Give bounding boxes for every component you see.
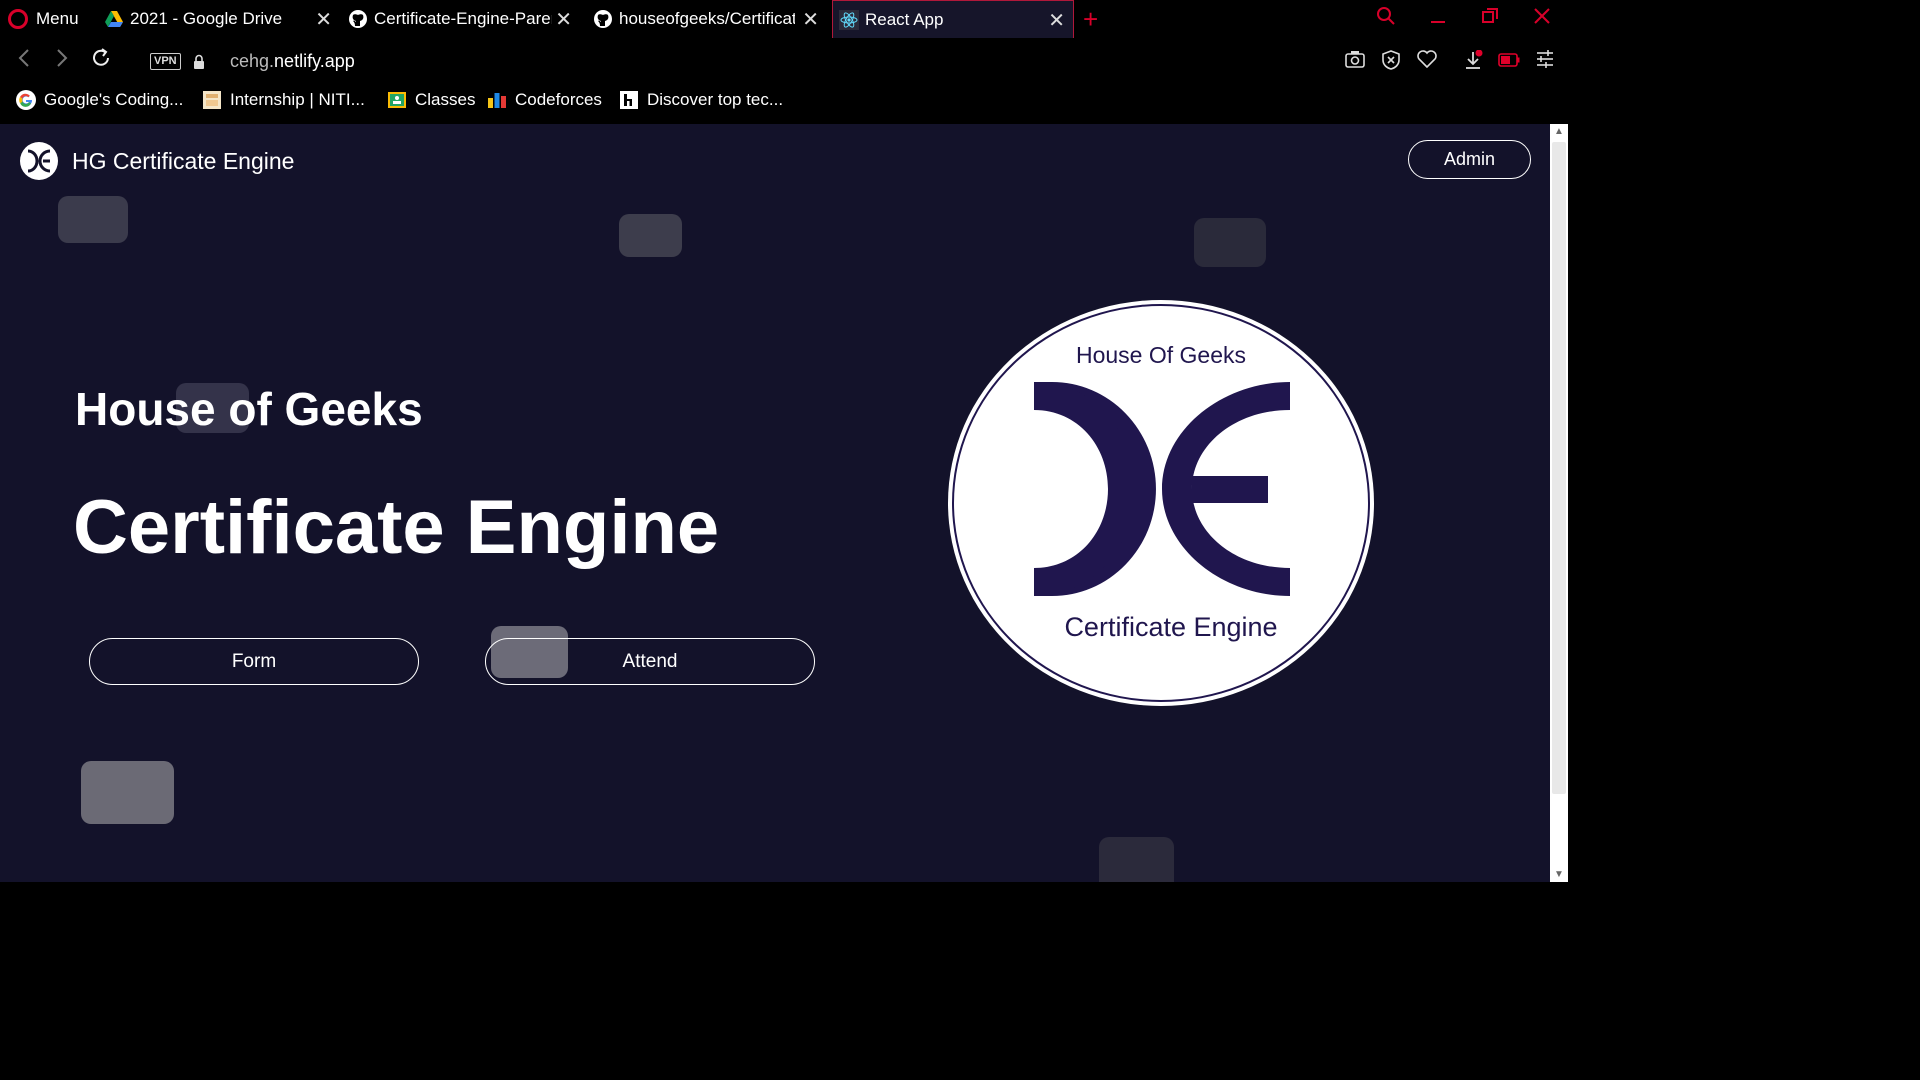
toolbar-icons bbox=[1344, 49, 1556, 72]
bookmark-codeforces[interactable]: Codeforces bbox=[487, 90, 602, 110]
close-window-icon[interactable] bbox=[1530, 6, 1554, 32]
reload-icon[interactable] bbox=[90, 46, 112, 76]
close-tab-icon[interactable]: ✕ bbox=[315, 0, 332, 38]
url-subdomain: cehg. bbox=[230, 51, 275, 71]
bookmark-label: Classes bbox=[415, 90, 476, 109]
adblock-shield-icon[interactable] bbox=[1380, 50, 1402, 72]
hero-subtitle: House of Geeks bbox=[75, 383, 423, 435]
close-tab-icon[interactable]: ✕ bbox=[555, 0, 572, 38]
tab-houseofgeeks-certificate[interactable]: houseofgeeks/Certificate ✕ bbox=[593, 0, 823, 38]
classroom-icon bbox=[388, 92, 406, 108]
tab-bar: Menu 2021 - Google Drive ✕ Certificate-E… bbox=[0, 0, 1568, 38]
scroll-down-icon[interactable]: ▼ bbox=[1550, 869, 1568, 880]
window-controls bbox=[1374, 0, 1568, 38]
tab-title: houseofgeeks/Certificate bbox=[619, 9, 795, 28]
codeforces-icon bbox=[488, 93, 506, 108]
bookmark-google-coding[interactable]: Google's Coding... bbox=[16, 90, 183, 110]
bookmark-image-icon bbox=[203, 91, 221, 109]
logo-top-text: House Of Geeks bbox=[1075, 342, 1247, 368]
google-icon bbox=[16, 90, 36, 110]
floating-square bbox=[81, 761, 174, 824]
forward-icon[interactable] bbox=[52, 46, 72, 76]
scroll-thumb[interactable] bbox=[1552, 142, 1566, 794]
tab-react-app[interactable]: React App ✕ bbox=[832, 0, 1074, 38]
tab-certificate-engine-parent[interactable]: Certificate-Engine-Parent ✕ bbox=[348, 0, 576, 38]
bookmark-label: Internship | NITI... bbox=[230, 90, 365, 109]
hero-title: Certificate Engine bbox=[73, 485, 720, 570]
scroll-up-icon[interactable]: ▲ bbox=[1550, 126, 1568, 137]
navbar-brand[interactable]: HG Certificate Engine bbox=[20, 142, 294, 180]
heart-bookmark-icon[interactable] bbox=[1416, 50, 1438, 72]
logo-bottom-text: Certificate Engine bbox=[1064, 612, 1278, 642]
page-scrollbar[interactable]: ▲ ▼ bbox=[1550, 124, 1568, 882]
form-button[interactable]: Form bbox=[89, 638, 419, 685]
back-icon[interactable] bbox=[14, 46, 34, 76]
react-icon bbox=[839, 9, 859, 30]
github-icon bbox=[594, 10, 612, 28]
bookmark-label: Discover top tec... bbox=[647, 90, 784, 109]
tab-title: Certificate-Engine-Parent bbox=[374, 9, 552, 28]
url-domain: netlify.app bbox=[274, 51, 355, 71]
page-viewport: HG Certificate Engine Admin House of Gee… bbox=[0, 124, 1550, 882]
google-drive-icon bbox=[105, 11, 123, 27]
vpn-badge[interactable]: VPN bbox=[150, 53, 181, 70]
opera-logo-icon bbox=[8, 9, 28, 29]
download-icon[interactable] bbox=[1462, 49, 1484, 72]
tab-title: React App bbox=[865, 9, 944, 29]
bookmark-label: Google's Coding... bbox=[44, 90, 184, 109]
brand-logo-icon bbox=[20, 142, 58, 180]
menu-label: Menu bbox=[36, 9, 79, 28]
floating-square bbox=[1194, 218, 1266, 267]
bookmark-internship-niti[interactable]: Internship | NITI... bbox=[202, 90, 365, 110]
snapshot-camera-icon[interactable] bbox=[1344, 50, 1366, 72]
new-tab-button[interactable]: + bbox=[1083, 4, 1098, 35]
url-field[interactable]: cehg.netlify.app bbox=[230, 51, 355, 72]
close-tab-icon[interactable]: ✕ bbox=[1048, 1, 1065, 38]
opera-menu-button[interactable]: Menu bbox=[8, 0, 79, 38]
floating-square bbox=[58, 196, 128, 243]
hashnode-icon bbox=[620, 91, 638, 109]
bookmark-classes[interactable]: Classes bbox=[387, 90, 475, 110]
bookmark-label: Codeforces bbox=[515, 90, 602, 109]
easy-setup-icon[interactable] bbox=[1534, 50, 1556, 72]
search-tabs-icon[interactable] bbox=[1374, 6, 1398, 32]
close-tab-icon[interactable]: ✕ bbox=[802, 0, 819, 38]
floating-square bbox=[1099, 837, 1174, 882]
floating-square bbox=[619, 214, 682, 257]
lock-icon[interactable] bbox=[193, 54, 205, 69]
attend-button[interactable]: Attend bbox=[485, 638, 815, 685]
github-icon bbox=[349, 10, 367, 28]
restore-icon[interactable] bbox=[1478, 6, 1502, 32]
admin-button[interactable]: Admin bbox=[1408, 140, 1531, 179]
hg-logo-mark-icon bbox=[1034, 382, 1290, 596]
hero-logo: House Of Geeks Certificate Engine bbox=[948, 300, 1374, 706]
minimize-icon[interactable] bbox=[1426, 6, 1450, 32]
tab-title: 2021 - Google Drive bbox=[130, 9, 283, 28]
battery-saver-icon[interactable] bbox=[1498, 50, 1520, 72]
brand-name: HG Certificate Engine bbox=[72, 147, 295, 174]
bookmark-discover-top-tech[interactable]: Discover top tec... bbox=[619, 90, 783, 110]
tab-google-drive[interactable]: 2021 - Google Drive ✕ bbox=[104, 0, 336, 38]
